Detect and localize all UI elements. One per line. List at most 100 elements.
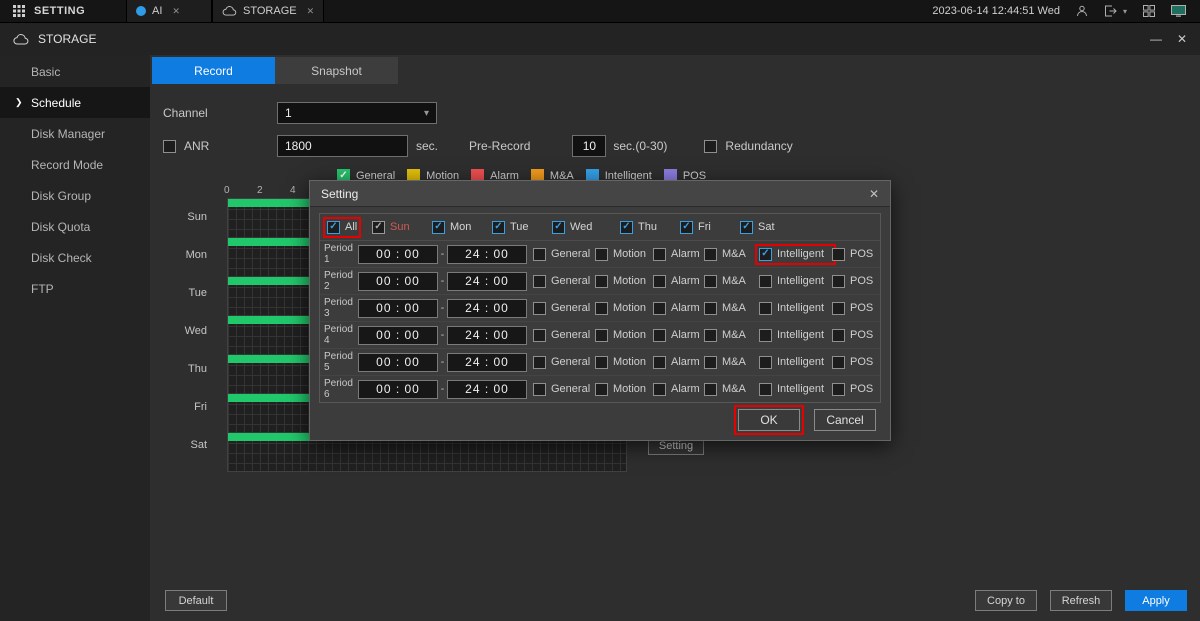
channel-select[interactable]: 1 ▾ xyxy=(277,102,437,124)
general-checkbox[interactable] xyxy=(533,356,546,369)
tab-snapshot[interactable]: Snapshot xyxy=(275,57,398,84)
thu-checkbox[interactable]: ✓ xyxy=(620,221,633,234)
refresh-button[interactable]: Refresh xyxy=(1050,590,1112,611)
period-3-end-input[interactable]: 24 : 00 xyxy=(447,299,527,318)
sidebar-item-disk-quota[interactable]: Disk Quota xyxy=(0,211,150,242)
m-a-checkbox[interactable] xyxy=(704,329,717,342)
period-1-end-input[interactable]: 24 : 00 xyxy=(447,245,527,264)
topbar-tab-ai[interactable]: AI ✕ xyxy=(126,0,212,22)
period-3-intelligent-group: Intelligent xyxy=(759,302,832,315)
motion-checkbox[interactable] xyxy=(595,329,608,342)
period-2-start-input[interactable]: 00 : 00 xyxy=(358,272,438,291)
period-3-start-input[interactable]: 00 : 00 xyxy=(358,299,438,318)
pre-record-input[interactable]: 10 xyxy=(572,135,606,157)
period-6-end-input[interactable]: 24 : 00 xyxy=(447,380,527,399)
redundancy-checkbox[interactable] xyxy=(704,140,717,153)
menu-grid-icon[interactable] xyxy=(13,5,25,17)
period-6-start-input[interactable]: 00 : 00 xyxy=(358,380,438,399)
motion-checkbox[interactable] xyxy=(595,356,608,369)
sidebar-item-disk-group[interactable]: Disk Group xyxy=(0,180,150,211)
intelligent-checkbox[interactable] xyxy=(759,383,772,396)
minimize-button[interactable]: — xyxy=(1150,32,1162,46)
tab-close-icon[interactable]: ✕ xyxy=(307,6,315,17)
default-button[interactable]: Default xyxy=(165,590,227,611)
pos-checkbox[interactable] xyxy=(832,356,845,369)
mon-checkbox[interactable]: ✓ xyxy=(432,221,445,234)
sidebar-item-record-mode[interactable]: Record Mode xyxy=(0,149,150,180)
topbar-tab-storage[interactable]: STORAGE ✕ xyxy=(212,0,324,22)
period-4-end-input[interactable]: 24 : 00 xyxy=(447,326,527,345)
period-4-start-input[interactable]: 00 : 00 xyxy=(358,326,438,345)
type-label: Motion xyxy=(613,329,646,341)
ok-button[interactable]: OK xyxy=(738,409,800,431)
pos-checkbox[interactable] xyxy=(832,248,845,261)
pos-checkbox[interactable] xyxy=(832,329,845,342)
logout-caret-icon[interactable]: ▾ xyxy=(1123,7,1127,16)
cancel-button[interactable]: Cancel xyxy=(814,409,876,431)
period-2-end-input[interactable]: 24 : 00 xyxy=(447,272,527,291)
period-6-motion-group: Motion xyxy=(595,383,653,396)
general-checkbox[interactable] xyxy=(533,275,546,288)
motion-checkbox[interactable] xyxy=(595,248,608,261)
sidebar-item-schedule[interactable]: ❯ Schedule xyxy=(0,87,150,118)
m-a-checkbox[interactable] xyxy=(704,275,717,288)
wed-checkbox[interactable]: ✓ xyxy=(552,221,565,234)
sidebar-item-disk-manager[interactable]: Disk Manager xyxy=(0,118,150,149)
alarm-checkbox[interactable] xyxy=(653,383,666,396)
tab-record[interactable]: Record xyxy=(152,57,275,84)
period-5-start-input[interactable]: 00 : 00 xyxy=(358,353,438,372)
m-a-checkbox[interactable] xyxy=(704,356,717,369)
period-4-m-a-group: M&A xyxy=(704,329,759,342)
tue-checkbox[interactable]: ✓ xyxy=(492,221,505,234)
intelligent-checkbox[interactable] xyxy=(759,275,772,288)
fri-checkbox[interactable]: ✓ xyxy=(680,221,693,234)
motion-checkbox[interactable] xyxy=(595,302,608,315)
alarm-checkbox[interactable] xyxy=(653,248,666,261)
pos-checkbox[interactable] xyxy=(832,275,845,288)
alarm-checkbox[interactable] xyxy=(653,329,666,342)
sidebar-item-disk-check[interactable]: Disk Check xyxy=(0,242,150,273)
period-1-start-input[interactable]: 00 : 00 xyxy=(358,245,438,264)
anr-input[interactable]: 1800 xyxy=(277,135,408,157)
copy-to-button[interactable]: Copy to xyxy=(975,590,1037,611)
pos-checkbox[interactable] xyxy=(832,302,845,315)
day-check-thu: ✓ Thu xyxy=(620,221,680,234)
sidebar-item-ftp[interactable]: FTP xyxy=(0,273,150,304)
close-button[interactable]: ✕ xyxy=(1177,32,1187,46)
selected-arrow-icon: ❯ xyxy=(15,97,26,108)
display-monitor-icon[interactable] xyxy=(1171,5,1186,17)
logout-icon[interactable] xyxy=(1104,5,1117,17)
motion-checkbox[interactable] xyxy=(595,275,608,288)
period-label: Period 5 xyxy=(324,351,358,373)
alarm-checkbox[interactable] xyxy=(653,275,666,288)
type-label: Alarm xyxy=(671,329,700,341)
alarm-checkbox[interactable] xyxy=(653,302,666,315)
alarm-checkbox[interactable] xyxy=(653,356,666,369)
intelligent-checkbox[interactable] xyxy=(759,329,772,342)
intelligent-checkbox[interactable]: ✓ xyxy=(759,248,772,261)
m-a-checkbox[interactable] xyxy=(704,248,717,261)
general-checkbox[interactable] xyxy=(533,248,546,261)
general-checkbox[interactable] xyxy=(533,383,546,396)
sat-checkbox[interactable]: ✓ xyxy=(740,221,753,234)
apply-button[interactable]: Apply xyxy=(1125,590,1187,611)
motion-checkbox[interactable] xyxy=(595,383,608,396)
user-icon[interactable] xyxy=(1076,5,1088,17)
dialog-close-icon[interactable]: ✕ xyxy=(869,187,879,201)
sidebar-item-basic[interactable]: Basic xyxy=(0,56,150,87)
intelligent-checkbox[interactable] xyxy=(759,302,772,315)
pos-checkbox[interactable] xyxy=(832,383,845,396)
general-checkbox[interactable] xyxy=(533,302,546,315)
period-4-pos-group: POS xyxy=(832,329,876,342)
type-label: Alarm xyxy=(671,302,700,314)
tab-close-icon[interactable]: ✕ xyxy=(172,6,180,17)
all-checkbox[interactable]: ✓ xyxy=(327,221,340,234)
m-a-checkbox[interactable] xyxy=(704,383,717,396)
sun-checkbox[interactable]: ✓ xyxy=(372,221,385,234)
general-checkbox[interactable] xyxy=(533,329,546,342)
intelligent-checkbox[interactable] xyxy=(759,356,772,369)
anr-checkbox[interactable] xyxy=(163,140,176,153)
channel-layout-icon[interactable] xyxy=(1143,5,1155,17)
m-a-checkbox[interactable] xyxy=(704,302,717,315)
period-5-end-input[interactable]: 24 : 00 xyxy=(447,353,527,372)
